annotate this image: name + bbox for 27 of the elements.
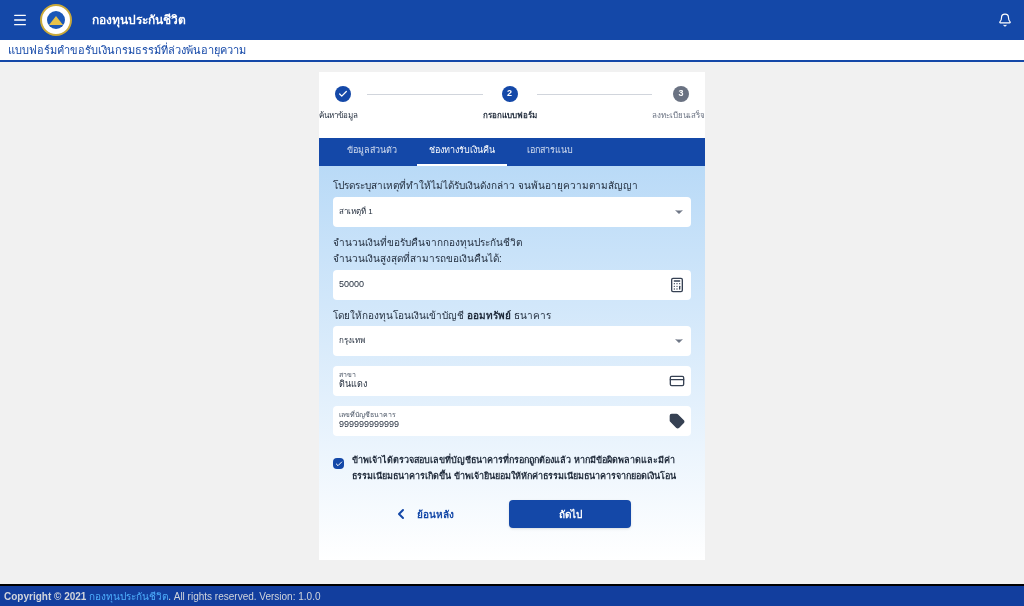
app-title: กองทุนประกันชีวิต bbox=[92, 12, 186, 29]
next-button[interactable]: ถัดไป bbox=[509, 500, 631, 528]
input-field[interactable]: 50000 bbox=[333, 269, 691, 300]
checkbox[interactable] bbox=[333, 458, 344, 469]
card-icon bbox=[669, 373, 685, 389]
notification-icon[interactable] bbox=[998, 13, 1012, 27]
field-label: จำนวนเงินสูงสุดที่สามารถขอเงินคืนได้: bbox=[333, 253, 503, 266]
field-label: จำนวนเงินที่ขอรับคืนจากกองทุนประกันชีวิต bbox=[333, 236, 523, 249]
tab[interactable]: ข้อมูลส่วนตัว bbox=[335, 138, 409, 166]
select-field[interactable]: สาเหตุที่ 1 bbox=[333, 196, 691, 227]
field-label: โดยให้กองทุนโอนเงินเข้าบัญชี ออมทรัพย์ ธนาคาร bbox=[333, 309, 552, 322]
footer-text: Copyright © 2021 กองทุนประกันชีวิต. All rights reserved. Version: 1.0.0 bbox=[4, 589, 321, 604]
logo-icon bbox=[40, 4, 72, 36]
calculator-icon bbox=[669, 276, 685, 293]
step-label: ลงทะเบียนเสร็จ bbox=[652, 110, 705, 122]
tag-icon bbox=[669, 413, 685, 429]
page-title: แบบฟอร์มคำขอรับเงินกรมธรรม์ที่ล่วงพ้นอายุความ bbox=[8, 41, 246, 59]
step-label: กรอกแบบฟอร์ม bbox=[482, 110, 537, 122]
consent-text: ข้าพเจ้าได้ตรวจสอบเลขที่บัญชีธนาคารที่กรอกถูกต้องแล้ว หากมีข้อผิดพลาดและมีค่าธรรมเนียมธนาคารเกิดขึ้น ข้าพเจ้ายินยอมให้หักค่าธรรมเนียมธนาคารจากยอดเงินโอน bbox=[352, 452, 677, 483]
tab[interactable]: เอกสารแนบ bbox=[515, 138, 585, 166]
back-button[interactable]: ย้อนหลัง bbox=[393, 506, 454, 522]
step-label: ค้นหาข้อมูล bbox=[319, 110, 358, 122]
menu-icon[interactable] bbox=[12, 12, 28, 28]
step-number: 3 bbox=[673, 86, 689, 102]
field-label: โปรดระบุสาเหตุที่ทำให้ไม่ได้รับเงินดังกล่าว จนพ้นอายุความตามสัญญา bbox=[333, 180, 639, 193]
select-field[interactable]: กรุงเทพ bbox=[333, 326, 691, 356]
step-number: 2 bbox=[501, 86, 518, 102]
